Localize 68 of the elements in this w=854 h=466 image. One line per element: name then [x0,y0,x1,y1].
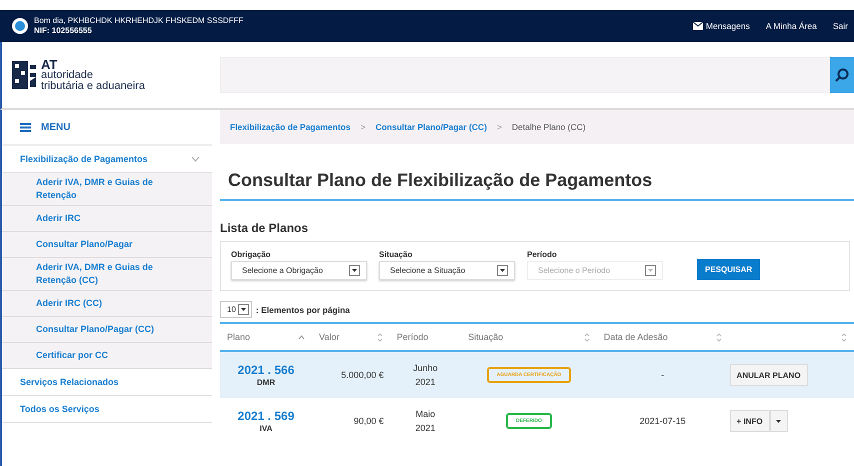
breadcrumb-link[interactable]: Consultar Plano/Pagar (CC) [375,122,487,132]
logo-text: autoridade [41,70,94,80]
column-header[interactable]: Período [396,332,428,342]
date-cell: 2021-07-15 [596,398,729,444]
column-header[interactable]: Valor [319,332,340,342]
plan-link[interactable]: 2021 . 569 [221,409,312,423]
sort-icon[interactable] [584,332,590,342]
column-header[interactable]: Plano [227,332,250,342]
sort-ascending-icon[interactable] [298,334,306,340]
value-cell: 90,00 € [312,398,390,444]
breadcrumb-current: Detalhe Plano (CC) [512,122,586,132]
search-submit-button[interactable]: PESQUISAR [697,259,760,280]
dropdown-caret-icon [497,265,508,276]
search-icon [835,68,849,82]
value-cell: 5.000,00 € [312,351,390,398]
search-field[interactable] [220,57,830,93]
sidebar-subitem[interactable]: Aderir IRC [2,206,212,232]
sort-icon[interactable] [716,332,722,342]
envelope-icon [692,22,703,30]
filter-label: Obrigação [231,250,272,259]
greeting-text: Bom dia, PKHBCHDK HKRHEHDJK FHSKEDM SSSDFFF [34,16,244,26]
menu-label: MENU [41,122,70,132]
plan-link[interactable]: 2021 . 566 [221,363,312,377]
column-header[interactable]: Data de Adesão [604,332,668,342]
breadcrumb-separator: > [496,122,502,132]
sidebar-subitem[interactable]: Aderir IRC (CC) [2,291,212,317]
page-size-dropdown[interactable]: 10 [220,301,252,318]
top-link[interactable]: Sair [832,21,848,31]
period-cell: Maio 2021 [390,398,462,444]
dropdown-caret-icon [349,265,360,276]
filter-dropdown[interactable]: Selecione a Obrigação [231,261,367,280]
logo-text: tributária e aduaneira [41,80,145,92]
sidebar-item[interactable]: Serviços Relacionados [2,369,212,396]
plan-type: DMR [256,378,276,387]
sidebar-item[interactable]: Todos os Serviços [2,396,212,423]
dropdown-caret-icon [238,304,249,315]
date-cell: - [596,351,729,398]
sidebar-subitem[interactable]: Consultar Plano/Pagar (CC) [2,317,212,343]
filter-label: Período [527,250,558,259]
sidebar-subitem[interactable]: Aderir IVA, DMR e Guias de Retenção [2,173,212,206]
plan-type: IVA [260,424,272,433]
nif-text: NIF: 102556555 [34,26,93,36]
messages-link[interactable]: Mensagens [692,21,750,31]
sidebar-subitem[interactable]: Certificar por CC [2,343,212,369]
period-cell: Junho 2021 [390,351,462,398]
page-size-label: : Elementos por página [256,304,350,314]
user-avatar-icon [12,18,28,34]
filter-label: Situação [379,250,414,259]
info-button[interactable]: + INFO [730,410,770,432]
logo-abbreviation: AT [41,58,58,70]
caret-icon [776,420,782,422]
column-header[interactable]: Situação [468,332,504,342]
top-link[interactable]: A Minha Área [766,21,817,31]
menu-icon[interactable] [20,122,31,132]
sidebar-subitem[interactable]: Consultar Plano/Pagar [2,232,212,258]
search-button[interactable] [830,57,854,93]
cancel-plan-button[interactable]: ANULAR PLANO [730,364,808,386]
section-title: Lista de Planos [220,221,310,235]
breadcrumb-link[interactable]: Flexibilização de Pagamentos [230,122,350,132]
dropdown-caret-icon [645,265,656,276]
page-title: Consultar Plano de Flexibilização de Pagamentos [220,170,854,201]
filter-dropdown[interactable]: Selecione a Situação [379,261,515,280]
breadcrumb-separator: > [360,122,366,132]
logo-icon [12,59,38,91]
sidebar-subitem[interactable]: Aderir IVA, DMR e Guias de Retenção (CC) [2,258,212,291]
dropdown-button[interactable] [770,410,788,432]
sort-icon[interactable] [376,332,383,342]
sort-icon[interactable] [841,332,847,342]
